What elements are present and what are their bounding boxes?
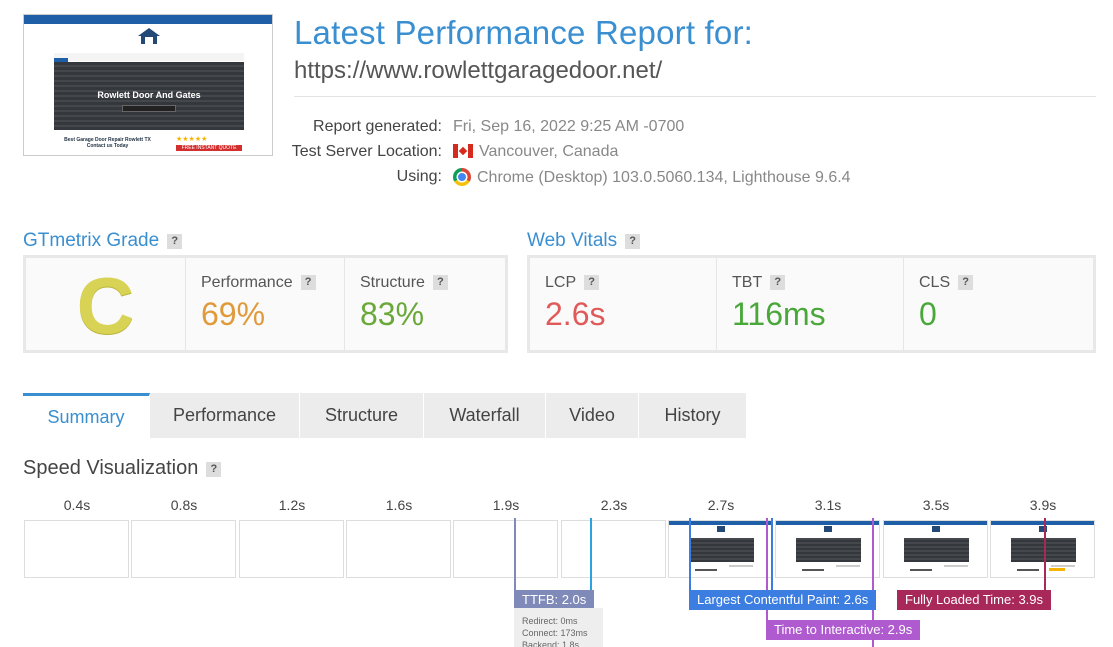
vitals-help-icon[interactable]: ? [625,234,641,249]
filmstrip-frame[interactable] [453,520,558,578]
ttfb-connect: Connect: 173ms [522,628,588,638]
meta-server-location: Test Server Location: Vancouver, Canada [291,143,854,165]
ttfb-backend: Backend: 1.8s [522,640,580,647]
thumbnail-footer-right: ★★★★★ FREE INSTANT QUOTE [176,135,242,155]
performance-help-icon[interactable]: ? [300,275,316,290]
grade-help-icon[interactable]: ? [167,234,183,249]
ttfb-redirect: Redirect: 0ms [522,616,578,626]
web-vitals-title: Web Vitals [527,230,618,251]
performance-cell: Performance? 69% [186,258,345,350]
structure-value: 83% [360,296,425,332]
meta-report-generated: Report generated: Fri, Sep 16, 2022 9:25… [294,118,854,140]
filmstrip-frame[interactable] [24,520,129,578]
filmstrip-frame-loaded[interactable] [775,520,880,578]
web-vitals-heading: Web Vitals? [527,230,641,252]
tab-structure[interactable]: Structure [300,393,424,438]
speed-viz-help-icon[interactable]: ? [206,462,222,477]
thumbnail-hero-title: Rowlett Door And Gates [97,90,201,100]
filmstrip-frame-loaded[interactable] [668,520,773,578]
page-title: Latest Performance Report for: [294,14,754,51]
grade-cell: C [26,258,186,350]
header-divider [294,96,1096,97]
filmstrip-frame[interactable] [239,520,344,578]
using-label: Using: [396,168,442,185]
time-label: 1.9s [492,497,520,513]
tbt-value: 116ms [732,296,826,332]
thumbnail-hero-button [122,105,176,112]
thumbnail-nav [54,53,244,66]
performance-value: 69% [201,296,266,332]
vitals-panel: LCP? 2.6s TBT? 116ms CLS? 0 [527,255,1096,353]
time-label: 0.8s [170,497,198,513]
thumbnail-footer-text: Best Garage Door Repair Rowlett TX Conta… [64,137,151,149]
cls-label: CLS [919,274,951,291]
filmstrip-frame[interactable] [131,520,236,578]
filmstrip-frame-loaded[interactable] [990,520,1095,578]
thumbnail-topbar [24,15,272,24]
tab-waterfall[interactable]: Waterfall [424,393,546,438]
structure-cell: Structure? 83% [345,258,505,350]
house-logo-icon [138,28,160,44]
report-url[interactable]: https://www.rowlettgaragedoor.net/ [294,57,662,85]
lcp-value: 2.6s [545,296,606,332]
meta-using: Using: Chrome (Desktop) 103.0.5060.134, … [294,168,854,190]
tti-marker[interactable]: Time to Interactive: 2.9s [766,620,921,640]
stars-icon: ★★★★★ [176,136,208,143]
report-generated-label: Report generated: [313,118,442,135]
ttfb-marker[interactable]: TTFB: 2.0s [514,590,595,610]
time-label: 0.4s [63,497,91,513]
tab-summary[interactable]: Summary [23,393,150,438]
time-label: 2.7s [707,497,735,513]
tbt-cell: TBT? 116ms [717,258,904,350]
cls-cell: CLS? 0 [904,258,1093,350]
filmstrip-frame[interactable] [561,520,666,578]
server-location-label: Test Server Location: [291,143,442,160]
thumbnail-quote: FREE INSTANT QUOTE [176,145,242,151]
canada-flag-icon [453,144,473,158]
grade-letter: C [76,261,135,350]
report-generated-value: Fri, Sep 16, 2022 9:25 AM -0700 [453,118,685,135]
site-thumbnail[interactable]: Rowlett Door And Gates Best Garage Door … [23,14,273,156]
lcp-help-icon[interactable]: ? [584,275,600,290]
gtmetrix-grade-heading: GTmetrix Grade? [23,230,183,252]
flt-line [1044,518,1046,590]
lcp-label: LCP [545,274,577,291]
filmstrip-frame-loaded[interactable] [883,520,988,578]
ttfb-line [514,518,516,590]
time-label: 3.9s [1029,497,1057,513]
tab-history[interactable]: History [639,393,747,438]
grade-panel: C Performance? 69% Structure? 83% [23,255,508,353]
server-location-value: Vancouver, Canada [479,143,619,160]
lcp-marker[interactable]: Largest Contentful Paint: 2.6s [689,590,877,610]
time-label: 1.2s [278,497,306,513]
cls-value: 0 [919,296,937,332]
time-label: 1.6s [385,497,413,513]
tab-video[interactable]: Video [546,393,639,438]
structure-help-icon[interactable]: ? [432,275,448,290]
flt-marker[interactable]: Fully Loaded Time: 3.9s [897,590,1052,610]
tbt-label: TBT [732,274,763,291]
chrome-icon [453,168,471,186]
performance-label: Performance [201,274,293,291]
using-value: Chrome (Desktop) 103.0.5060.134, Lightho… [477,169,851,186]
cls-help-icon[interactable]: ? [958,275,974,290]
time-label: 2.3s [600,497,628,513]
tab-performance[interactable]: Performance [150,393,300,438]
thumbnail-hero: Rowlett Door And Gates [54,62,244,130]
time-label: 3.1s [814,497,842,513]
lcp-cell: LCP? 2.6s [530,258,717,350]
tbt-help-icon[interactable]: ? [770,275,786,290]
filmstrip-frame[interactable] [346,520,451,578]
first-paint-line [590,518,592,590]
lcp-line-2 [771,518,773,590]
time-label: 3.5s [922,497,950,513]
lcp-line [689,518,691,590]
structure-label: Structure [360,274,425,291]
gtmetrix-grade-title: GTmetrix Grade [23,230,160,251]
speed-visualization-title: Speed Visualization [23,457,199,479]
speed-visualization-heading: Speed Visualization? [23,457,222,480]
ttfb-details: Redirect: 0ms Connect: 173ms Backend: 1.… [514,608,603,647]
